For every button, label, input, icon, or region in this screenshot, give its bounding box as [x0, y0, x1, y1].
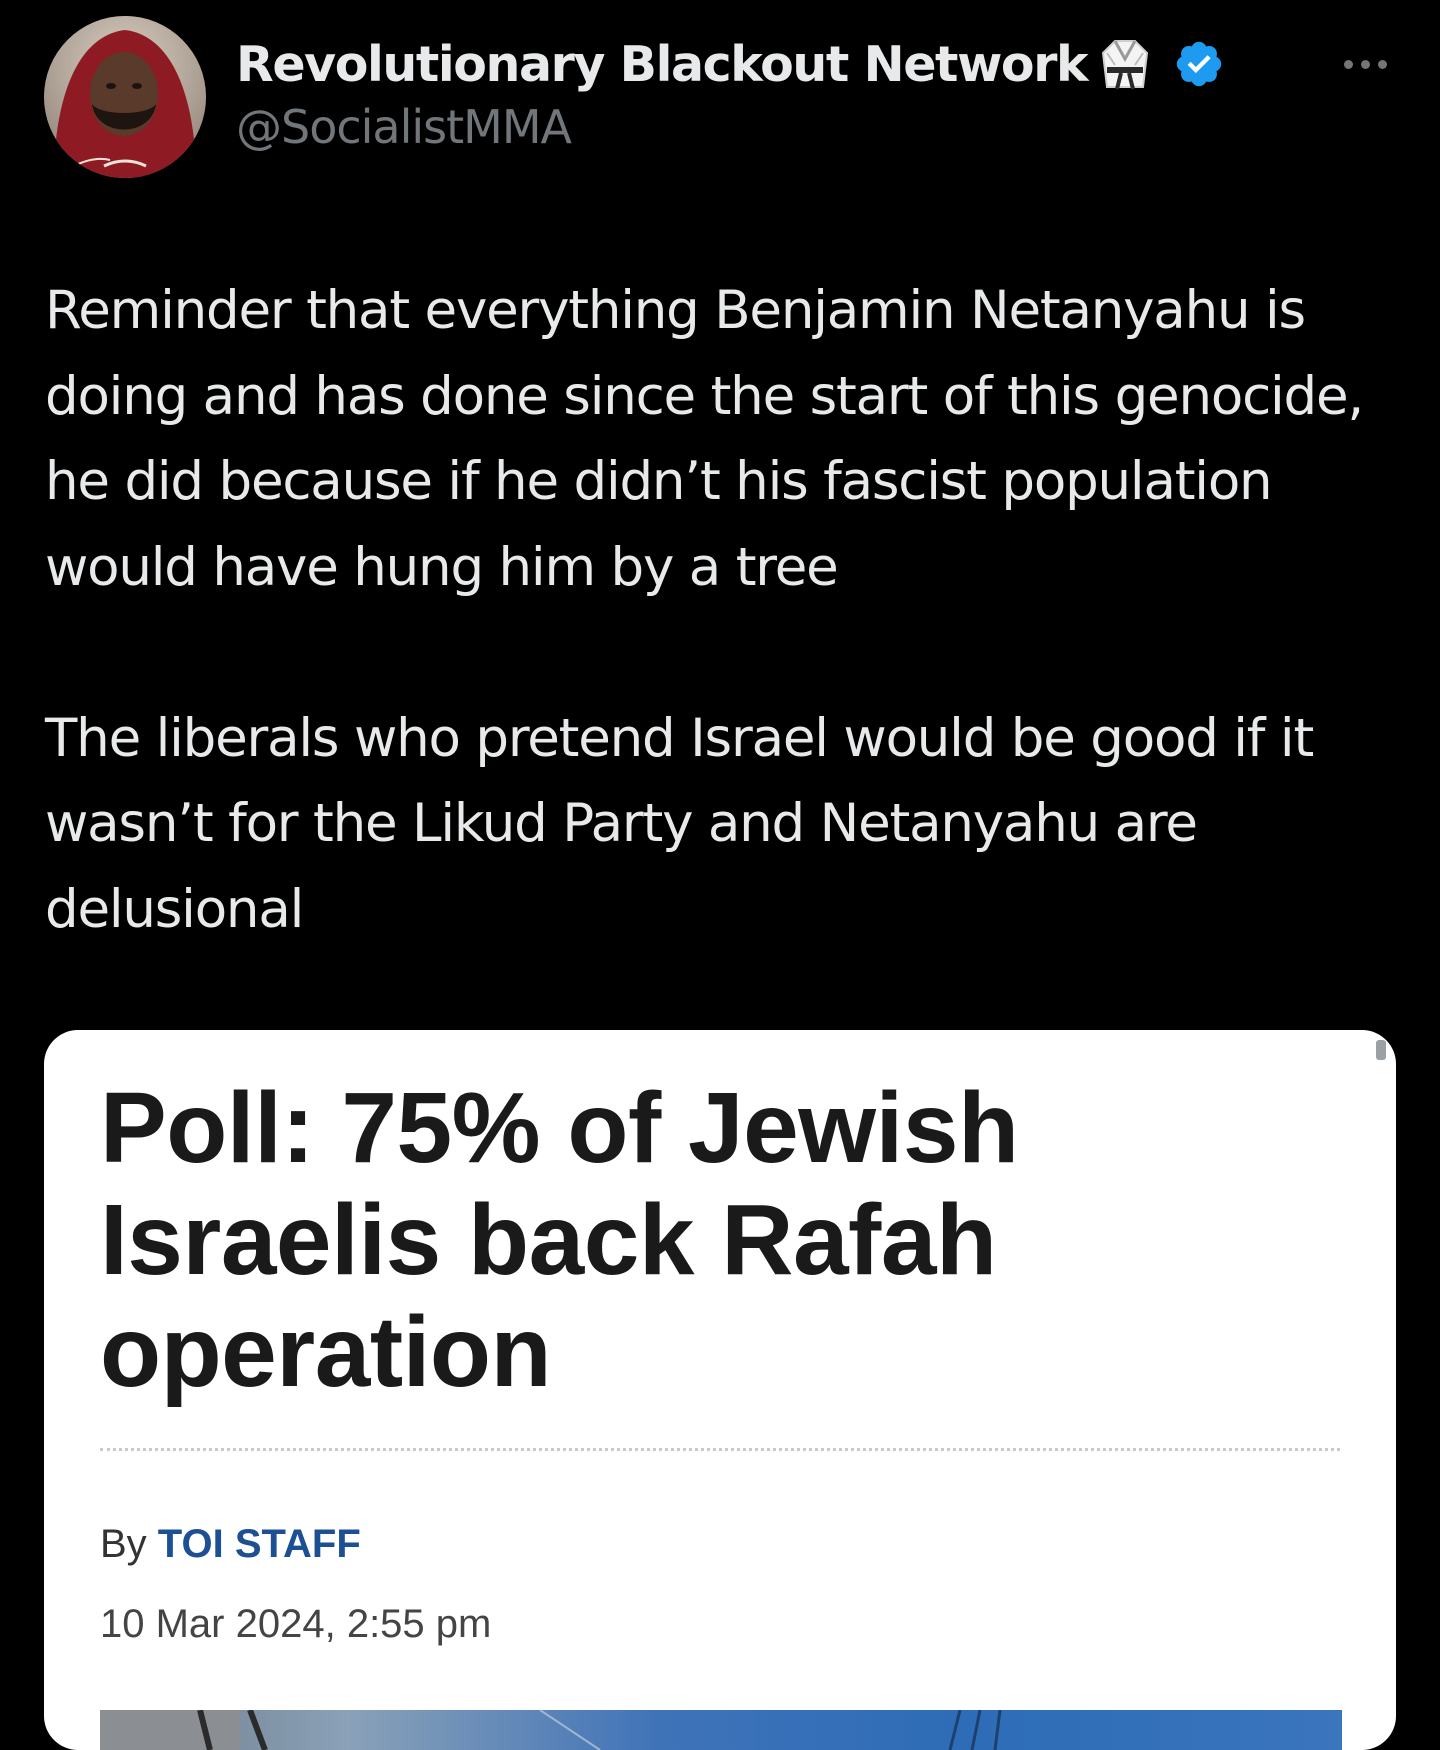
tweet: Revolutionary Blackout Network @Socialis…	[0, 0, 1440, 1750]
byline-prefix: By	[100, 1522, 158, 1566]
scrollbar-thumb[interactable]	[1376, 1040, 1386, 1060]
article-date: 10 Mar 2024, 2:55 pm	[100, 1602, 492, 1646]
verified-badge-icon	[1173, 38, 1225, 90]
author-handle[interactable]: @SocialistMMA	[236, 100, 572, 154]
more-horizontal-icon	[1343, 59, 1353, 69]
tweet-text: Reminder that everything Benjamin Netany…	[45, 268, 1405, 952]
article-card[interactable]: Poll: 75% of Jewish Israelis back Rafah …	[44, 1030, 1396, 1750]
avatar[interactable]	[44, 16, 206, 178]
more-horizontal-icon	[1377, 59, 1387, 69]
more-horizontal-icon	[1360, 59, 1370, 69]
divider	[100, 1448, 1340, 1451]
more-options-button[interactable]	[1330, 44, 1400, 84]
tweet-paragraph: Reminder that everything Benjamin Netany…	[45, 280, 1364, 598]
article-image	[100, 1710, 1342, 1750]
avatar-photo	[44, 16, 206, 178]
tweet-paragraph: The liberals who pretend Israel would be…	[45, 707, 1314, 940]
martial-arts-uniform-icon	[1099, 35, 1151, 93]
article-byline: By TOI STAFF	[100, 1522, 361, 1567]
article-headline: Poll: 75% of Jewish Israelis back Rafah …	[100, 1072, 1019, 1408]
display-name[interactable]: Revolutionary Blackout Network	[236, 36, 1089, 93]
author-name-row: Revolutionary Blackout Network	[236, 32, 1225, 96]
article-author-link[interactable]: TOI STAFF	[158, 1522, 361, 1566]
